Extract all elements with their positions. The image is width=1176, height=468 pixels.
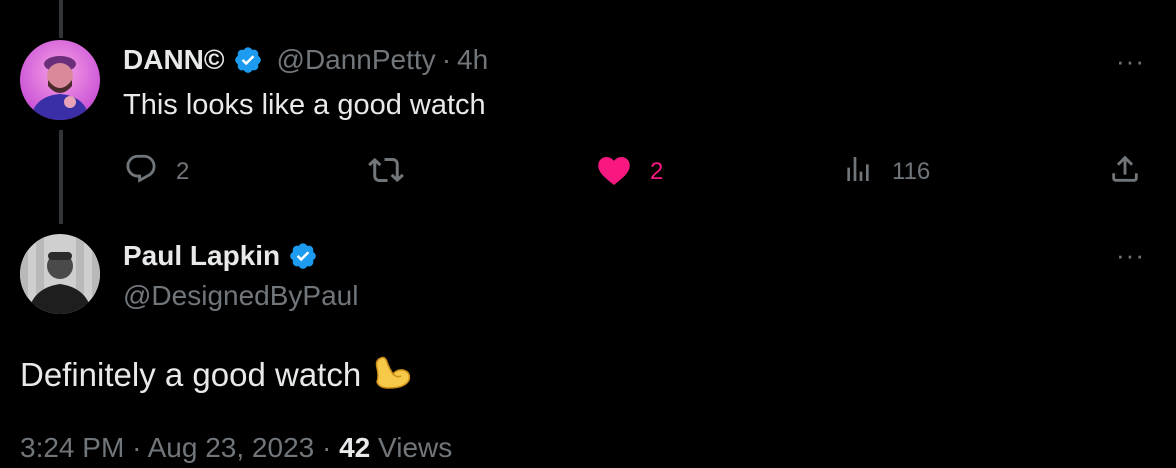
more-options-icon[interactable]: ··· bbox=[1116, 46, 1145, 77]
views-button[interactable]: 116 bbox=[842, 152, 930, 191]
reply-icon bbox=[124, 152, 158, 191]
tweet-body: Definitely a good watch bbox=[20, 356, 362, 393]
verified-badge-icon bbox=[288, 241, 318, 271]
views-count: 42 bbox=[339, 432, 371, 463]
retweet-icon bbox=[368, 152, 404, 193]
reply-header: DANN© @DannPetty · 4h bbox=[123, 44, 488, 76]
tweet-meta: 3:24 PM · Aug 23, 2023 · 42 Views bbox=[20, 432, 452, 464]
share-icon bbox=[1108, 152, 1142, 191]
tweet-time[interactable]: 3:24 PM bbox=[20, 432, 124, 463]
author-name[interactable]: DANN© bbox=[123, 44, 225, 76]
avatar[interactable] bbox=[20, 234, 100, 314]
main-header: Paul Lapkin bbox=[123, 240, 318, 272]
views-icon bbox=[842, 152, 874, 191]
reply-button[interactable]: 2 bbox=[124, 152, 189, 191]
tweet-text: This looks like a good watch bbox=[123, 89, 486, 121]
reply-count: 2 bbox=[176, 157, 190, 185]
separator: · bbox=[322, 432, 332, 463]
thread-line bbox=[59, 130, 63, 224]
author-handle[interactable]: @DannPetty bbox=[277, 44, 436, 76]
more-options-icon[interactable]: ··· bbox=[1116, 240, 1145, 271]
like-button[interactable]: 2 bbox=[596, 152, 663, 191]
like-count: 2 bbox=[650, 157, 664, 185]
flexed-biceps-emoji bbox=[371, 352, 411, 398]
views-label: Views bbox=[378, 432, 453, 463]
retweet-button[interactable] bbox=[368, 152, 422, 193]
views-count: 116 bbox=[892, 157, 931, 185]
tweet-text: Definitely a good watch bbox=[20, 352, 411, 398]
share-button[interactable] bbox=[1108, 152, 1142, 191]
heart-icon bbox=[596, 152, 632, 191]
thread-line bbox=[59, 0, 63, 38]
author-name[interactable]: Paul Lapkin bbox=[123, 240, 280, 272]
timestamp[interactable]: 4h bbox=[457, 44, 488, 76]
verified-badge-icon bbox=[233, 45, 263, 75]
separator: · bbox=[441, 44, 452, 75]
tweet-date[interactable]: Aug 23, 2023 bbox=[148, 432, 315, 463]
author-handle[interactable]: @DesignedByPaul bbox=[123, 280, 358, 312]
avatar[interactable] bbox=[20, 40, 100, 120]
separator: · bbox=[132, 432, 142, 463]
